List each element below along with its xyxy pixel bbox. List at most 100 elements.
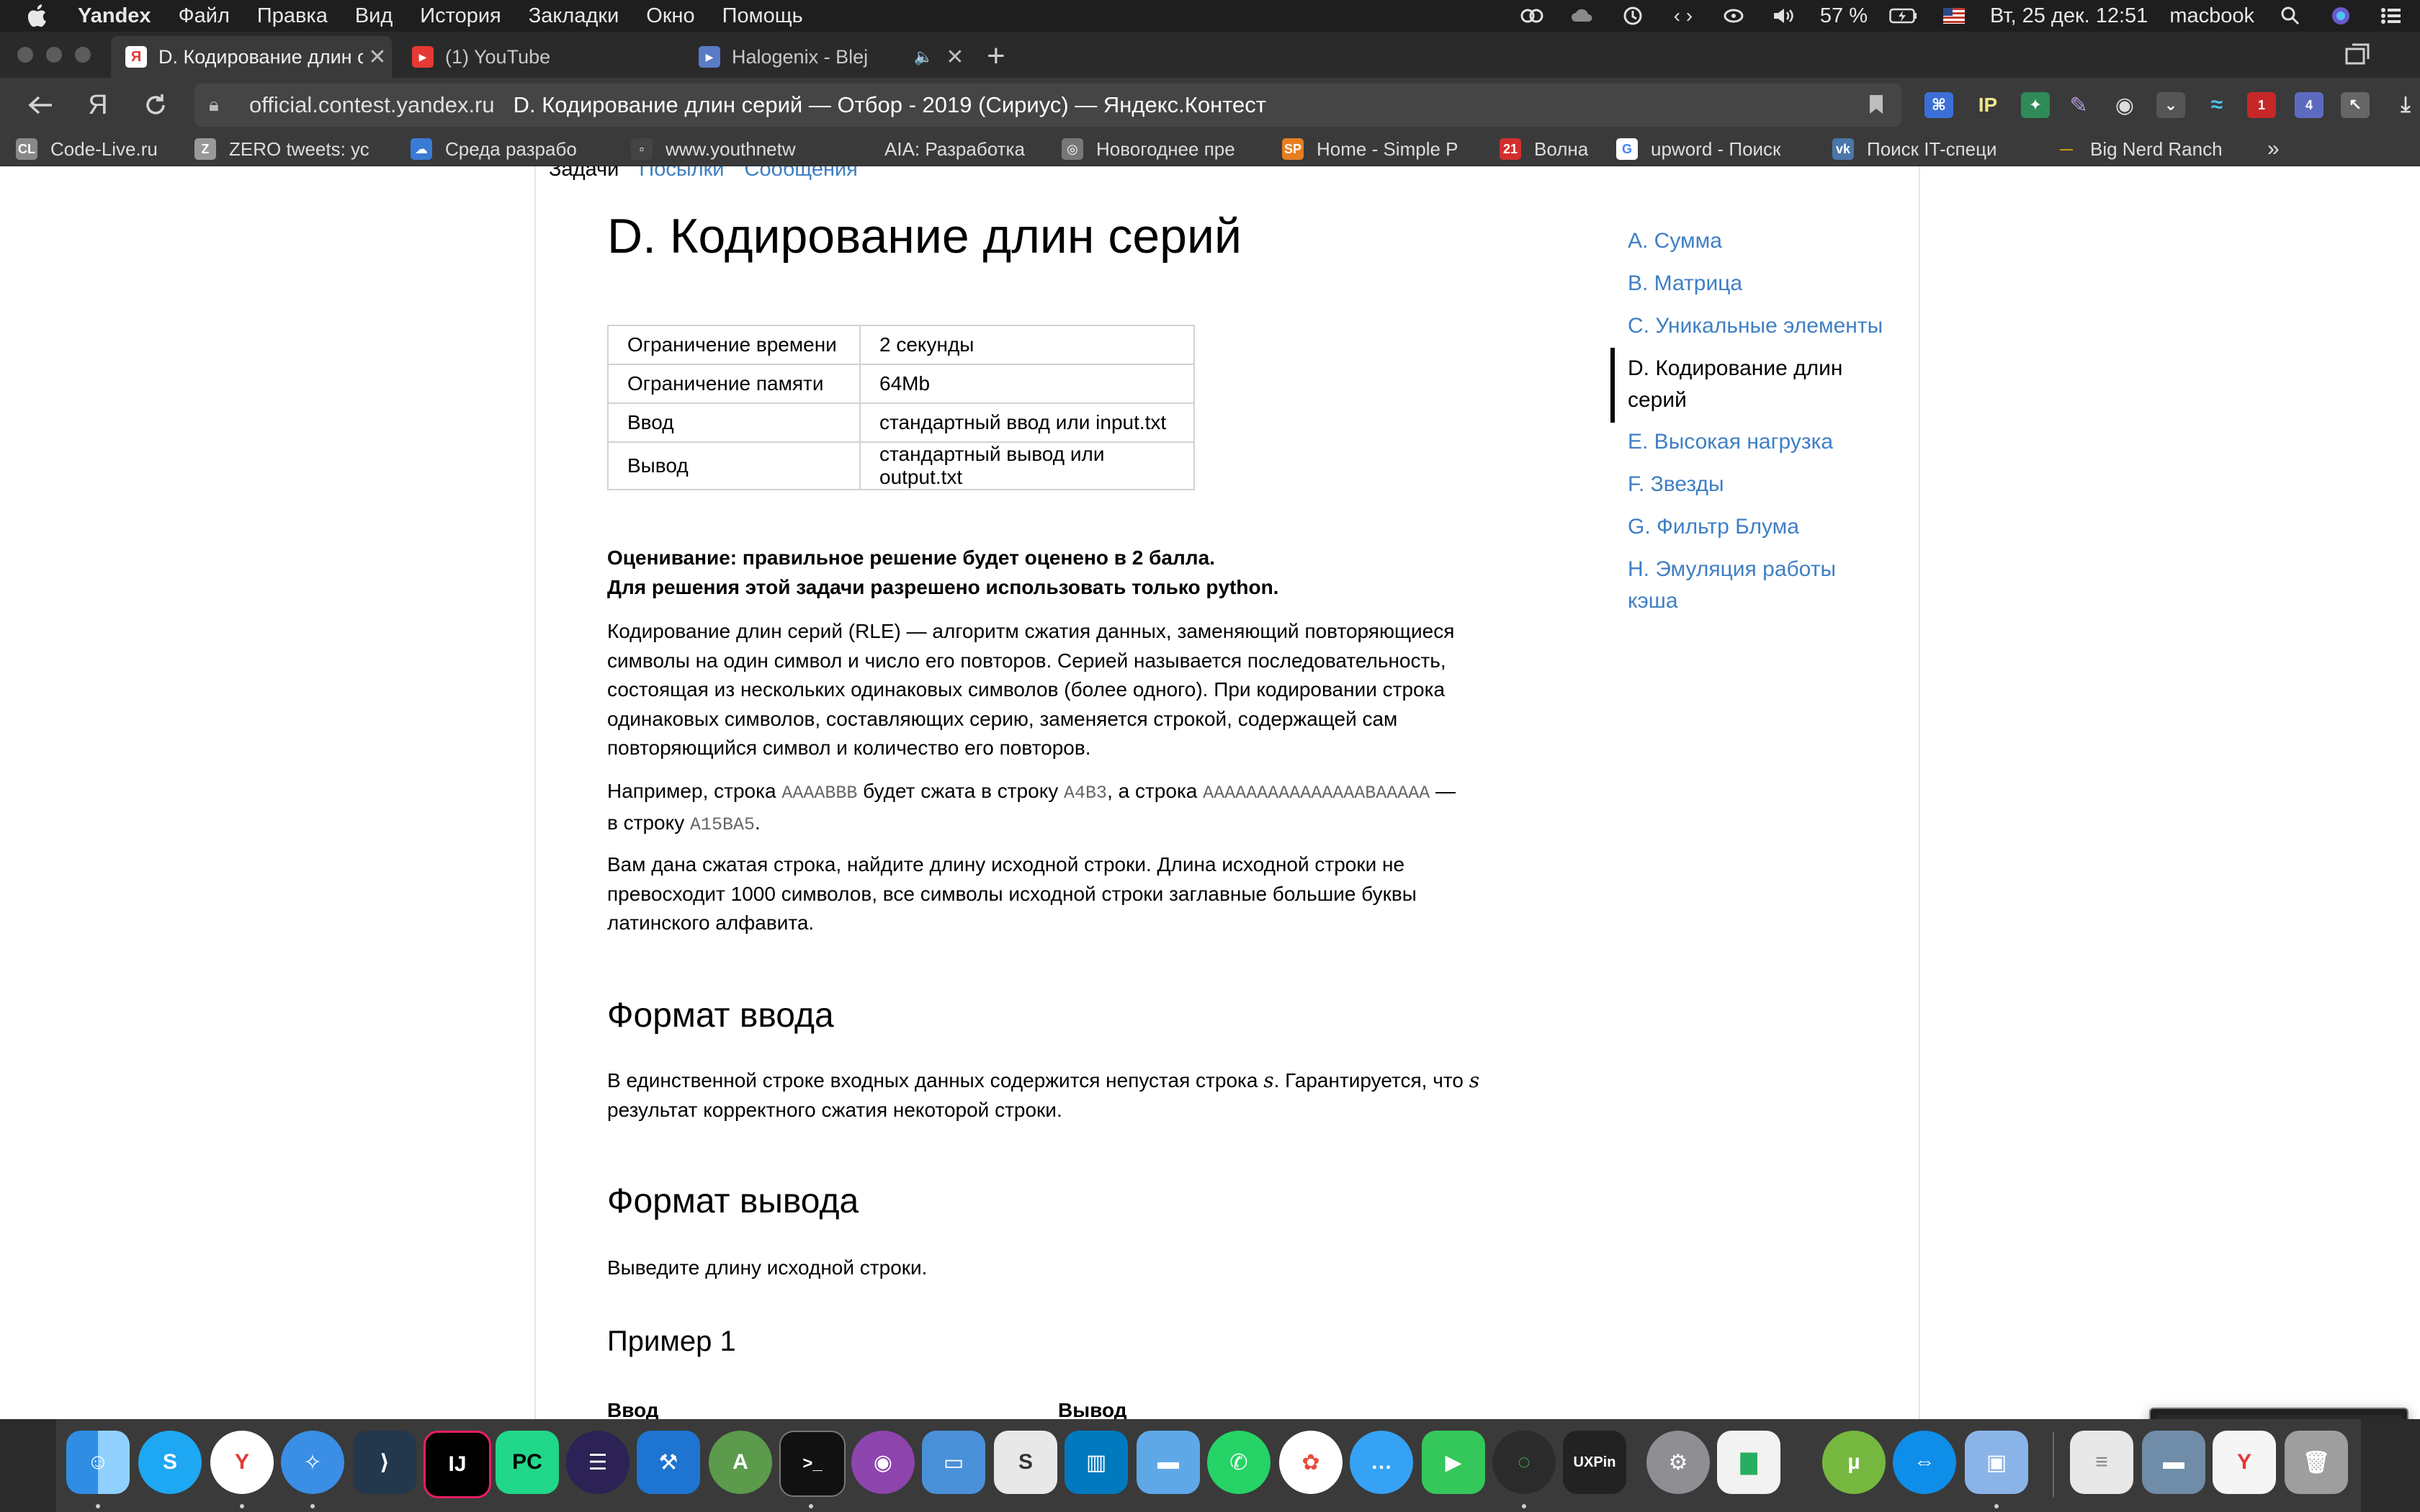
preview-icon[interactable]: ▣ (1965, 1431, 2028, 1494)
facetime-icon[interactable]: ▶ (1422, 1431, 1485, 1494)
siri-icon[interactable] (2326, 5, 2355, 27)
audio-playing-icon[interactable]: 🔈 (914, 48, 933, 66)
bookmark-item[interactable]: vk Поиск IT-специ (1832, 137, 2031, 161)
scrivener-icon[interactable]: S (994, 1431, 1057, 1494)
messages-icon[interactable]: … (1350, 1431, 1413, 1494)
tab-halogenix[interactable]: ▶ Halogenix - Blej 🔈 ✕ (684, 36, 969, 78)
nav-link-problems[interactable]: Задачи (549, 166, 619, 181)
bookmark-item[interactable]: SP Home - Simple P (1282, 137, 1481, 161)
bookmark-item[interactable]: 21 Волна (1500, 137, 1623, 161)
lock-icon[interactable]: 🔒︎ (209, 94, 230, 117)
skype-icon[interactable]: S (138, 1431, 202, 1494)
screenshot-preview-thumbnail[interactable] (2149, 1408, 2408, 1419)
menu-file[interactable]: Файл (179, 4, 230, 28)
volume-icon[interactable] (1770, 5, 1798, 27)
tab-switcher-icon[interactable] (2345, 43, 2371, 66)
sync-icon[interactable] (1719, 5, 1748, 27)
extension-ip-icon[interactable]: IP (1973, 92, 2002, 118)
android-studio-icon[interactable]: A (709, 1431, 772, 1494)
bookmark-item[interactable]: AIA: Разработка (850, 137, 1046, 161)
extension-cursor-icon[interactable]: ↖ (2341, 92, 2370, 118)
bookmark-item[interactable]: ☁ Среда разрабо (411, 137, 606, 161)
extension-badge-icon[interactable]: 1 (2247, 92, 2276, 118)
menu-history[interactable]: История (420, 4, 501, 28)
time-machine-icon[interactable] (1618, 5, 1647, 27)
tab-youtube[interactable]: ▶ (1) YouTube (398, 36, 678, 78)
finder-icon[interactable]: ☺ (66, 1431, 130, 1494)
trash-icon[interactable]: 🗑︎ (2285, 1431, 2348, 1494)
problem-link-h[interactable]: H. Эмуляция работы кэша (1628, 554, 1858, 617)
extension-cloud-icon[interactable]: 4 (2295, 92, 2323, 118)
battery-icon[interactable] (1889, 5, 1918, 27)
intellij-idea-icon[interactable]: IJ (424, 1431, 491, 1498)
bookmark-item[interactable]: Z ZERO tweets: ус (194, 137, 389, 161)
notification-center-icon[interactable] (2377, 5, 2406, 27)
extension-shield-icon[interactable]: ✦ (2021, 92, 2050, 118)
address-bar[interactable]: 🔒︎ official.contest.yandex.ru D. Кодиров… (194, 84, 1901, 127)
eclipse-icon[interactable]: ☰ (566, 1431, 629, 1494)
problem-link-d[interactable]: D. Кодирование длин серий (1628, 353, 1887, 416)
nav-link-submissions[interactable]: Посылки (639, 166, 724, 181)
utorrent-icon[interactable]: µ (1822, 1431, 1886, 1494)
bookmark-item[interactable]: CL Code-Live.ru (16, 137, 182, 161)
menu-help[interactable]: Помощь (722, 4, 803, 28)
problem-link-a[interactable]: A. Сумма (1628, 225, 1916, 257)
extension-pocket-icon[interactable]: ⌄ (2156, 92, 2185, 118)
reload-icon[interactable] (140, 89, 171, 121)
bookmark-item[interactable]: — Big Nerd Ranch (2056, 137, 2246, 161)
menu-edit[interactable]: Правка (257, 4, 328, 28)
yandex-browser-icon[interactable]: Y (210, 1431, 274, 1494)
document-icon[interactable]: ≡ (2070, 1431, 2133, 1494)
new-tab-button[interactable]: + (987, 40, 1005, 72)
bookmark-item[interactable]: G upword - Поиск (1616, 137, 1818, 161)
trello-icon[interactable]: ▥ (1065, 1431, 1128, 1494)
bookmark-item[interactable]: ▫ www.youthnetw (631, 137, 825, 161)
xcode-icon[interactable]: ⚒ (637, 1431, 700, 1494)
menu-bookmarks[interactable]: Закладки (529, 4, 619, 28)
extension-puzzle-icon[interactable]: ⌘ (1924, 92, 1953, 118)
window-minimize-button[interactable] (46, 47, 62, 63)
tab-active-problem[interactable]: Я D. Кодирование длин с ✕ (111, 36, 392, 78)
spotlight-search-icon[interactable] (2276, 5, 2305, 27)
apple-logo-icon[interactable] (27, 4, 49, 28)
back-arrow-icon[interactable] (24, 89, 56, 121)
downloads-icon[interactable]: ⤓ (2391, 92, 2420, 118)
window-zoom-button[interactable] (75, 47, 91, 63)
numbers-icon[interactable]: ▇ (1717, 1431, 1780, 1494)
vscode-icon[interactable]: ⟩ (353, 1431, 416, 1494)
extension-wave-icon[interactable]: ≈ (2202, 92, 2231, 118)
screenshot-stack-icon[interactable]: Y (2213, 1431, 2276, 1494)
photos-icon[interactable]: ✿ (1279, 1431, 1343, 1494)
extension-feather-icon[interactable]: ✎ (2064, 92, 2093, 118)
folder-stack-icon[interactable]: ▬ (2142, 1431, 2205, 1494)
cloud-upload-icon[interactable] (1568, 5, 1597, 27)
teamviewer-icon[interactable]: ⇔ (1893, 1431, 1956, 1494)
folder-icon[interactable]: ▬ (1137, 1431, 1200, 1494)
github-desktop-icon[interactable]: ◉ (851, 1431, 915, 1494)
window-close-button[interactable] (17, 47, 33, 63)
pycharm-icon[interactable]: PC (496, 1431, 559, 1494)
bookmark-item[interactable]: ◎ Новогоднее пре (1062, 137, 1260, 161)
clock-datetime[interactable]: Вт, 25 дек. 12:51 (1990, 4, 2148, 28)
extension-bulb-icon[interactable]: ◉ (2110, 92, 2139, 118)
uxpin-icon[interactable]: UXPin (1563, 1431, 1626, 1494)
menu-window[interactable]: Окно (646, 4, 694, 28)
bookmark-icon[interactable] (1868, 94, 1884, 121)
us-flag-icon[interactable] (1940, 5, 1968, 27)
bookmarks-overflow-icon[interactable]: » (2267, 137, 2280, 161)
yandex-home-icon[interactable]: Я (82, 89, 114, 121)
problem-link-b[interactable]: B. Матрица (1628, 268, 1916, 300)
problem-link-f[interactable]: F. Звезды (1628, 469, 1916, 500)
tab-close-icon[interactable]: ✕ (363, 45, 392, 70)
creative-cloud-icon[interactable] (1518, 5, 1546, 27)
keynote-icon[interactable]: ▭ (922, 1431, 985, 1494)
system-preferences-icon[interactable]: ⚙ (1646, 1431, 1710, 1494)
problem-link-c[interactable]: C. Уникальные элементы (1628, 310, 1916, 342)
menu-app-name[interactable]: Yandex (78, 4, 151, 28)
tab-close-icon[interactable]: ✕ (941, 45, 969, 70)
problem-link-g[interactable]: G. Фильтр Блума (1628, 511, 1916, 543)
user-name[interactable]: macbook (2169, 4, 2254, 28)
whatsapp-icon[interactable]: ✆ (1207, 1431, 1270, 1494)
spinner-app-icon[interactable]: ◌ (1492, 1431, 1556, 1494)
safari-icon[interactable]: ✧ (281, 1431, 344, 1494)
